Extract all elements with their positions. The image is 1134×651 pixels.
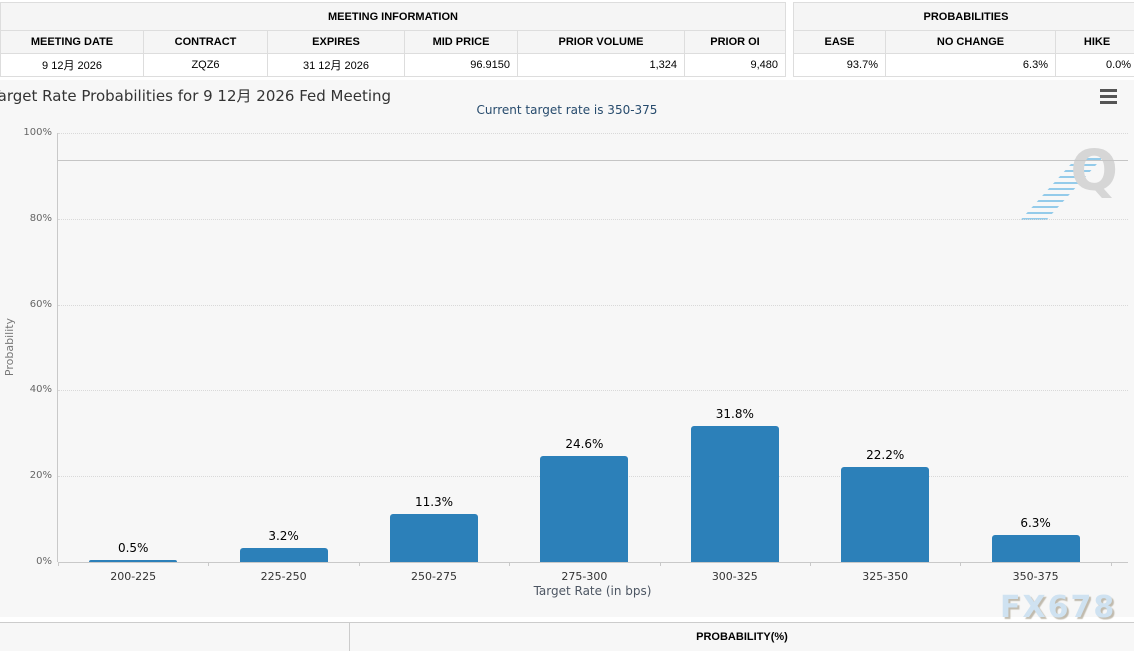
xtick-label-300-325: 300-325: [712, 570, 758, 583]
yaxis-title: Probability: [3, 287, 17, 407]
meeting-information-row: 9 12月 2026 ZQZ6 31 12月 2026 96.9150 1,32…: [1, 54, 786, 77]
bar-300-325[interactable]: [691, 426, 779, 562]
meeting-information-header: MEETING INFORMATION: [1, 3, 786, 31]
meeting-information-table: MEETING INFORMATION MEETING DATE CONTRAC…: [0, 2, 786, 77]
xtick-mark: [810, 562, 811, 566]
gridline-100: [58, 133, 1128, 134]
bar-value-label: 6.3%: [1020, 516, 1051, 530]
ease-value: 93.7%: [794, 54, 886, 77]
chart-subtitle: Current target rate is 350-375: [0, 103, 1134, 117]
xaxis-title: Target Rate (in bps): [57, 584, 1128, 598]
probabilities-row: 93.7% 6.3% 0.0%: [794, 54, 1134, 77]
xtick-label-200-225: 200-225: [110, 570, 156, 583]
bar-275-300[interactable]: [540, 456, 628, 562]
col-contract: CONTRACT: [144, 31, 268, 54]
xtick-label-250-275: 250-275: [411, 570, 457, 583]
bar-value-label: 22.2%: [866, 448, 904, 462]
bar-value-label: 11.3%: [415, 495, 453, 509]
probabilities-header: PROBABILITIES: [794, 3, 1134, 31]
bar-value-label: 3.2%: [268, 529, 299, 543]
col-ease: EASE: [794, 31, 886, 54]
gridline-80: [58, 219, 1128, 220]
ytick-label-100: 100%: [10, 127, 52, 138]
col-prior-oi: PRIOR OI: [685, 31, 786, 54]
col-mid-price: MID PRICE: [405, 31, 518, 54]
plotline-ease: [58, 160, 1128, 161]
bar-250-275[interactable]: [390, 514, 478, 562]
xtick-mark: [359, 562, 360, 566]
prior-volume-value: 1,324: [518, 54, 685, 77]
xtick-label-325-350: 325-350: [862, 570, 908, 583]
col-hike: HIKE: [1056, 31, 1134, 54]
prior-oi-value: 9,480: [685, 54, 786, 77]
x-axis-line: [58, 562, 1128, 563]
xtick-label-275-300: 275-300: [561, 570, 607, 583]
bar-value-label: 31.8%: [716, 407, 754, 421]
xtick-mark: [208, 562, 209, 566]
col-prior-volume: PRIOR VOLUME: [518, 31, 685, 54]
col-expires: EXPIRES: [268, 31, 405, 54]
probabilities-table: PROBABILITIES EASE NO CHANGE HIKE 93.7% …: [793, 2, 1134, 77]
xtick-label-350-375: 350-375: [1013, 570, 1059, 583]
mid-price-value: 96.9150: [405, 54, 518, 77]
no-change-value: 6.3%: [886, 54, 1056, 77]
gridline-60: [58, 305, 1128, 306]
bar-value-label: 24.6%: [565, 437, 603, 451]
chart-menu-icon[interactable]: [1100, 89, 1117, 107]
xtick-mark: [1111, 562, 1112, 566]
xtick-mark: [960, 562, 961, 566]
col-no-change: NO CHANGE: [886, 31, 1056, 54]
probability-percent-header: PROBABILITY(%): [350, 623, 1134, 651]
ytick-label-0: 0%: [10, 556, 52, 567]
col-meeting-date: MEETING DATE: [1, 31, 144, 54]
xtick-mark: [58, 562, 59, 566]
xtick-mark: [509, 562, 510, 566]
xtick-mark: [660, 562, 661, 566]
ytick-label-20: 20%: [10, 470, 52, 481]
fedwatch-page: MEETING INFORMATION MEETING DATE CONTRAC…: [0, 0, 1134, 651]
chart-panel: Target Rate Probabilities for 9 12月 2026…: [0, 80, 1134, 617]
bar-225-250[interactable]: [240, 548, 328, 562]
fx678-watermark: FX678: [1000, 590, 1116, 625]
bar-200-225[interactable]: [89, 560, 177, 562]
meeting-date-value: 9 12月 2026: [1, 54, 144, 77]
gridline-40: [58, 390, 1128, 391]
bar-350-375[interactable]: [992, 535, 1080, 562]
bottom-table-header-row: PROBABILITY(%): [0, 622, 1134, 651]
expires-value: 31 12月 2026: [268, 54, 405, 77]
bottom-table-empty-cell: [0, 623, 350, 651]
ytick-label-80: 80%: [10, 213, 52, 224]
plot-area: 0%20%40%60%80%100%0.5%200-2253.2%225-250…: [57, 133, 1128, 562]
bar-value-label: 0.5%: [118, 541, 149, 555]
bar-325-350[interactable]: [841, 467, 929, 562]
hike-value: 0.0%: [1056, 54, 1134, 77]
xtick-label-225-250: 225-250: [261, 570, 307, 583]
contract-value: ZQZ6: [144, 54, 268, 77]
